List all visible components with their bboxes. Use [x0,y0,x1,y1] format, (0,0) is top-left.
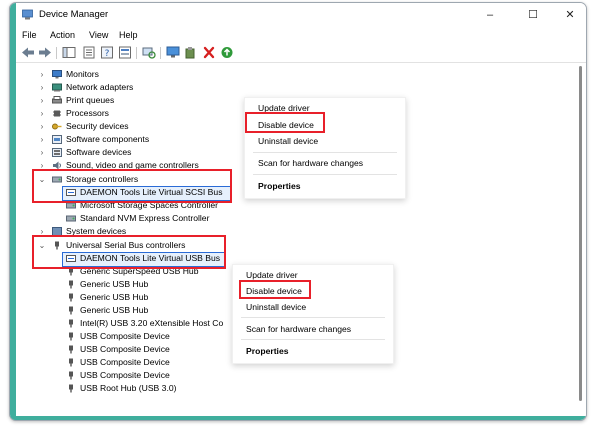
menu-separator [241,339,385,340]
toolbar: ? [16,44,586,63]
device-manager-window: Device Manager – ☐ ✕ File Action View He… [9,2,587,421]
menu-uninstall-device[interactable]: Uninstall device [246,300,393,314]
menu-scan-hardware[interactable]: Scan for hardware changes [258,156,405,170]
tree-label: Processors [66,108,109,118]
usb-plug-icon [69,306,73,315]
tree-label: Network adapters [66,82,134,92]
scan-hardware-icon[interactable] [142,46,156,59]
tree-label: Generic USB Hub [80,305,149,315]
back-arrow-icon[interactable] [21,46,35,59]
update-driver-icon[interactable] [184,46,198,59]
menu-view[interactable]: View [89,30,108,40]
tree-label: Software components [66,134,150,144]
storage-device-icon [66,215,76,222]
monitor-icon [52,70,62,79]
enable-device-icon[interactable] [220,46,234,59]
highlight-usb-bus [32,235,226,269]
menu-file[interactable]: File [22,30,37,40]
menu-separator [241,317,385,318]
highlight-disable-device-2 [239,280,311,299]
forward-arrow-icon[interactable] [38,46,52,59]
chevron-right-icon[interactable]: › [38,81,46,94]
usb-plug-icon [69,293,73,302]
menu-scan-hardware[interactable]: Scan for hardware changes [246,322,393,336]
window-title: Device Manager [39,9,109,20]
tree-label: USB Composite Device [80,370,170,380]
software-component-icon [52,135,62,144]
svg-text:?: ? [105,49,110,59]
network-adapter-icon [52,83,62,92]
uninstall-x-icon[interactable] [202,46,216,59]
minimize-button[interactable]: – [476,6,504,24]
toolbar-separator [56,47,57,59]
processor-chip-icon [53,110,61,117]
tree-label: Generic USB Hub [80,279,149,289]
usb-plug-icon [69,384,73,393]
tree-label: USB Composite Device [80,344,170,354]
show-hide-console-tree-icon[interactable] [62,46,76,59]
chevron-right-icon[interactable]: › [38,120,46,133]
usb-plug-icon [69,371,73,380]
menu-properties[interactable]: Properties [246,344,393,358]
menu-bar: File Action View Help [16,27,586,44]
tree-label: USB Root Hub (USB 3.0) [80,383,177,393]
tree-label: USB Composite Device [80,357,170,367]
usb-plug-icon [69,358,73,367]
context-menu-usb: Update driver Disable device Uninstall d… [232,264,394,364]
printer-icon [52,96,62,104]
help-icon[interactable]: ? [100,46,114,59]
chevron-right-icon[interactable]: › [38,146,46,159]
chevron-right-icon[interactable]: › [38,107,46,120]
menu-help[interactable]: Help [119,30,138,40]
usb-plug-icon [69,280,73,289]
highlight-disable-device-1 [245,112,325,133]
monitor-icon[interactable] [166,46,180,59]
tree-label: Print queues [66,95,115,105]
software-device-icon [52,148,62,157]
tree-label: Generic USB Hub [80,292,149,302]
chevron-right-icon[interactable]: › [38,68,46,81]
chevron-right-icon[interactable]: › [38,94,46,107]
menu-separator [253,174,397,175]
tree-label: Security devices [66,121,129,131]
tree-label: Software devices [66,147,132,157]
usb-plug-icon [69,332,73,341]
usb-plug-icon [69,345,73,354]
menu-action[interactable]: Action [50,30,75,40]
title-bar: Device Manager – ☐ ✕ [16,3,586,27]
vertical-scrollbar[interactable] [579,66,582,401]
window-bottom-accent [10,416,586,420]
menu-separator [253,152,397,153]
chevron-right-icon[interactable]: › [38,133,46,146]
close-button[interactable]: ✕ [556,6,584,24]
menu-uninstall-device[interactable]: Uninstall device [258,134,405,148]
maximize-button[interactable]: ☐ [519,6,547,24]
tree-label: USB Composite Device [80,331,170,341]
menu-properties[interactable]: Properties [258,179,405,193]
device-manager-app-icon [22,9,33,20]
highlight-storage-scsi [32,169,232,203]
tree-label: Intel(R) USB 3.20 eXtensible Host Co [80,318,224,328]
tree-label: Standard NVM Express Controller [80,213,210,223]
security-key-icon [52,123,62,130]
usb-plug-icon [69,319,73,328]
device-tree: › Monitors › Network adapters › Print qu… [16,63,586,420]
view-list-icon[interactable] [118,46,132,59]
toolbar-separator [136,47,137,59]
tree-label: Monitors [66,69,99,79]
toolbar-separator [160,47,161,59]
properties-sheet-icon[interactable] [82,46,96,59]
